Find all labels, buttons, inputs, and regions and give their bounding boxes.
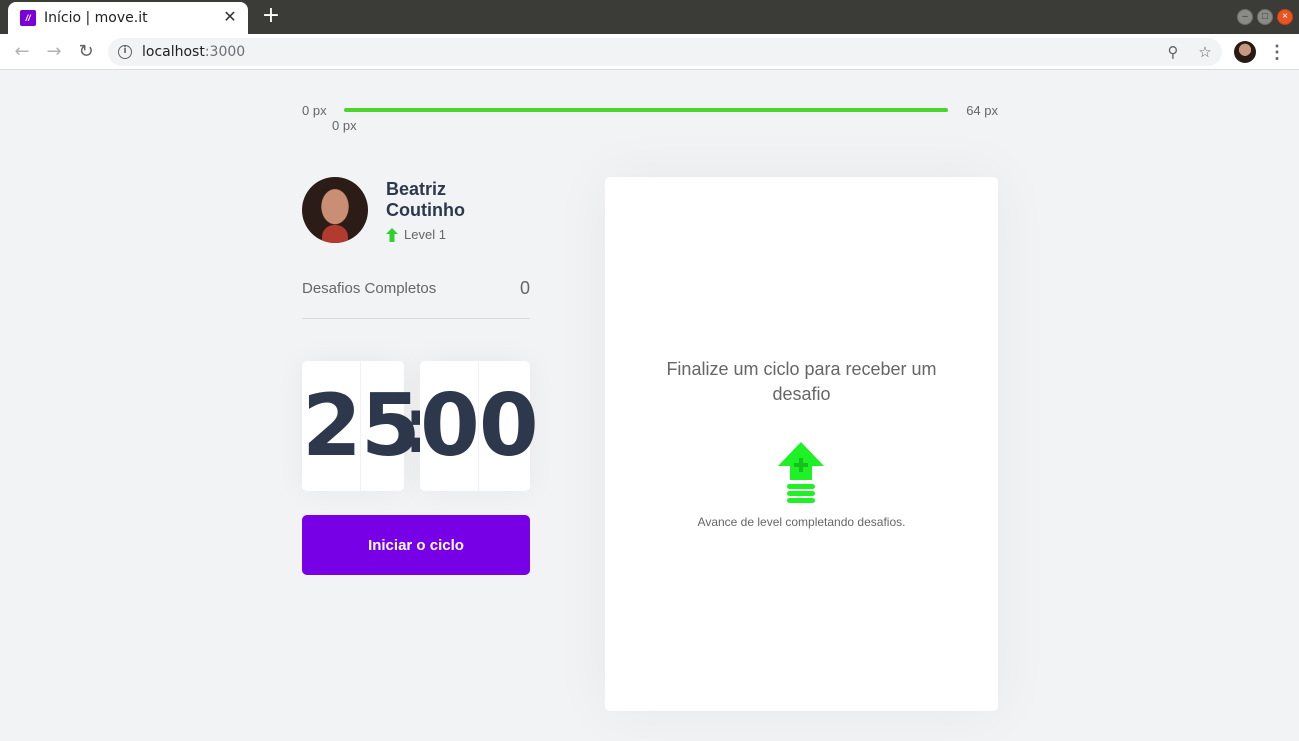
window-controls: – □ × <box>1237 9 1293 25</box>
completed-value: 0 <box>519 278 530 298</box>
profile-card: Beatriz Coutinho Level 1 <box>302 177 532 247</box>
xp-max-label: 64 px <box>966 103 998 118</box>
profile-avatar[interactable] <box>1234 41 1256 63</box>
reload-icon[interactable]: ↻ <box>74 40 98 64</box>
window-close-icon[interactable]: × <box>1277 9 1293 25</box>
xp-current-label: 0 px <box>332 118 357 133</box>
address-bar[interactable]: i localhost:3000 ⚲ ☆ <box>108 38 1222 66</box>
browser-titlebar: // Início | move.it ✕ + – □ × <box>0 0 1299 34</box>
minimize-icon[interactable]: – <box>1237 9 1253 25</box>
minute-digit: 2 <box>302 361 362 491</box>
xp-fill <box>344 108 948 112</box>
favicon-icon: // <box>20 10 36 26</box>
maximize-icon[interactable]: □ <box>1257 9 1273 25</box>
browser-tab[interactable]: // Início | move.it ✕ <box>8 2 248 34</box>
level-up-arrow-icon <box>386 227 398 242</box>
avatar <box>302 177 368 243</box>
second-digit: 0 <box>420 361 480 491</box>
level-info: Level 1 <box>386 227 446 242</box>
url-text: localhost:3000 <box>142 44 245 60</box>
menu-dots-icon[interactable]: ⋮ <box>1268 40 1286 64</box>
page-content: 0 px 0 px 64 px Beatriz Coutinho Level 1… <box>0 71 1299 741</box>
back-icon[interactable]: ← <box>10 40 34 64</box>
seconds-display: 0 0 <box>420 361 539 491</box>
level-up-icon <box>778 442 824 503</box>
star-icon[interactable]: ☆ <box>1194 41 1216 63</box>
new-tab-plus-icon[interactable]: + <box>259 4 283 28</box>
url-host: localhost <box>142 44 205 60</box>
zoom-icon[interactable]: ⚲ <box>1162 41 1184 63</box>
experience-bar: 0 px 0 px 64 px <box>302 101 998 141</box>
challenge-title: Finalize um ciclo para receber um desafi… <box>666 359 937 404</box>
countdown-timer: 2 5 : 0 0 <box>302 361 539 491</box>
xp-track <box>344 108 948 112</box>
tab-title: Início | move.it <box>44 10 148 26</box>
info-icon[interactable]: i <box>118 45 132 59</box>
completed-challenges: Desafios Completos 0 <box>302 278 530 319</box>
url-port: :3000 <box>204 44 246 60</box>
challenge-box: Finalize um ciclo para receber um desafi… <box>605 177 998 711</box>
start-cycle-button[interactable]: Iniciar o ciclo <box>302 515 530 575</box>
completed-label: Desafios Completos <box>302 280 437 297</box>
second-digit: 0 <box>478 376 539 476</box>
forward-icon[interactable]: → <box>42 40 66 64</box>
xp-min-label: 0 px <box>302 103 327 118</box>
browser-toolbar: ← → ↻ i localhost:3000 ⚲ ☆ ⋮ <box>0 34 1299 70</box>
close-tab-icon[interactable]: ✕ <box>220 8 240 28</box>
challenge-subtitle: Avance de level completando desafios. <box>697 515 906 529</box>
user-name: Beatriz Coutinho <box>386 179 465 220</box>
minutes-display: 2 5 <box>302 361 421 491</box>
level-label: Level 1 <box>404 227 446 242</box>
